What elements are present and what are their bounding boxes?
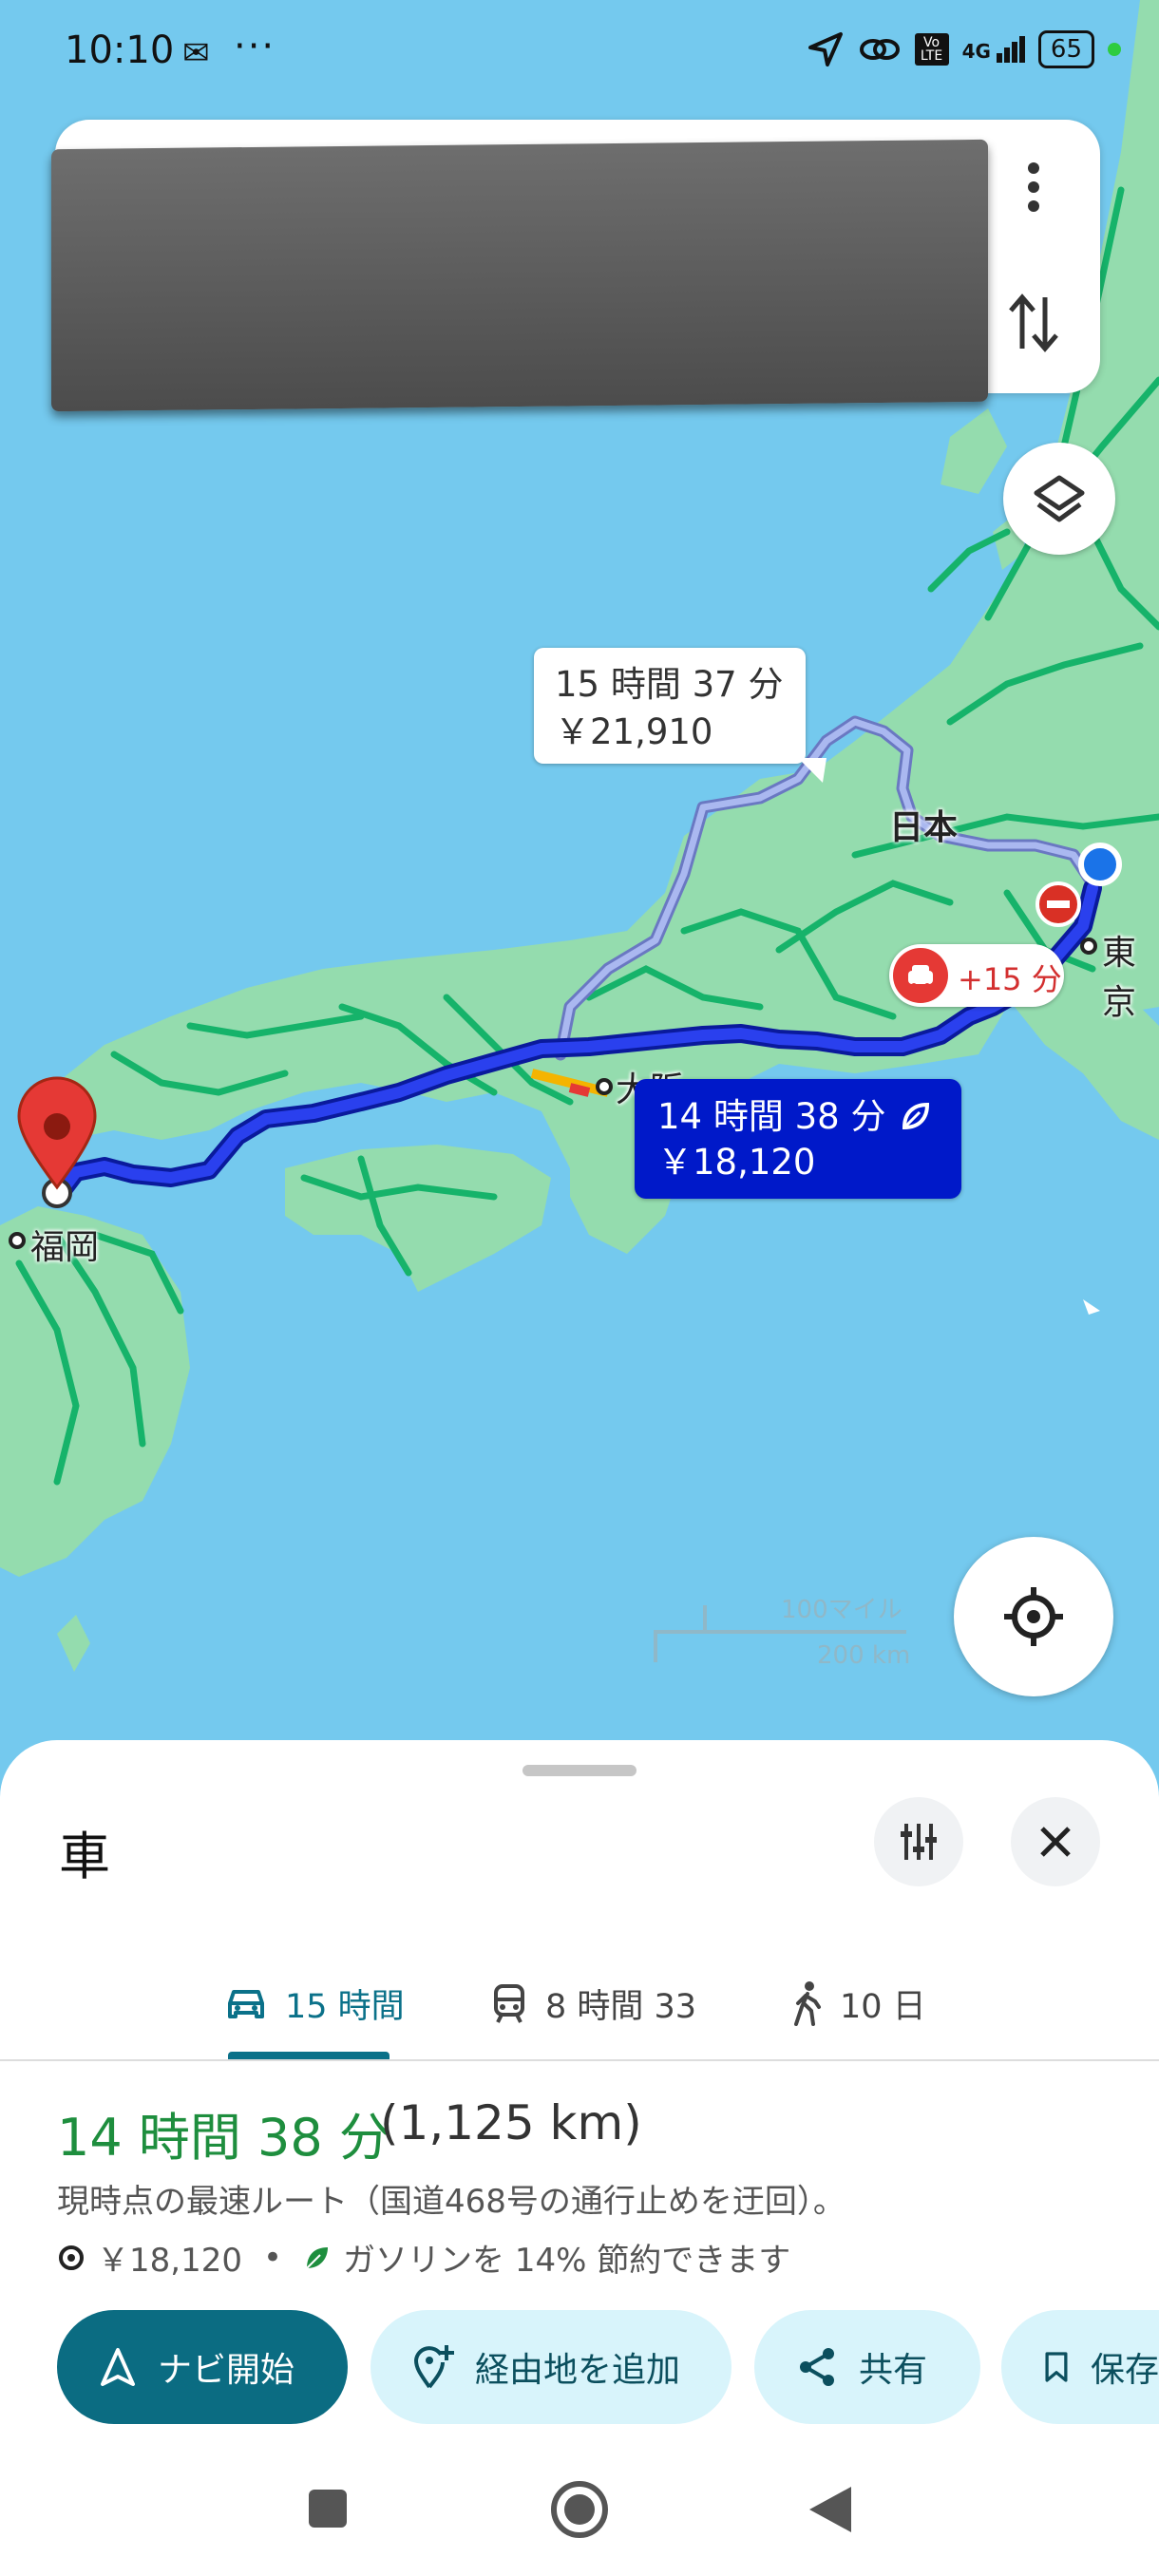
privacy-indicator-dot bbox=[1108, 43, 1121, 56]
crosshair-icon bbox=[1004, 1587, 1063, 1646]
map-label-tokyo: 東京 bbox=[1102, 934, 1137, 1022]
traffic-car-icon bbox=[893, 948, 948, 1003]
travel-mode-tabs: 15 時間 8 時間 33 10 日 bbox=[0, 1947, 1159, 2059]
map-label-japan: 日本 bbox=[889, 808, 959, 847]
travel-mode-title: 車 bbox=[59, 1827, 110, 1886]
add-stop-label: 経由地を追加 bbox=[475, 2351, 681, 2390]
start-navigation-label: ナビ開始 bbox=[158, 2351, 295, 2390]
toll-icon bbox=[59, 2245, 84, 2270]
redacted-addresses bbox=[51, 139, 988, 412]
main-route-time: 14 時間 38 分 bbox=[657, 1096, 886, 1137]
active-tab-indicator bbox=[228, 2052, 390, 2059]
tune-icon bbox=[901, 1824, 937, 1860]
network-type: 4G bbox=[961, 40, 991, 63]
location-arrow-icon bbox=[808, 32, 843, 66]
traffic-delay-text: +15 分 bbox=[958, 961, 1062, 997]
route-description: 現時点の最速ルート（国道468号の通行止めを迂回）。 bbox=[57, 2183, 846, 2221]
share-button[interactable]: 共有 bbox=[754, 2310, 980, 2424]
tab-walk-label: 10 日 bbox=[840, 1987, 926, 2026]
recents-button[interactable] bbox=[304, 2485, 352, 2532]
navigation-arrow-icon bbox=[101, 2348, 135, 2386]
tab-transit-label: 8 時間 33 bbox=[545, 1987, 697, 2026]
traffic-delay-chip[interactable]: +15 分 bbox=[889, 944, 1064, 1007]
alt-callout-tail bbox=[798, 758, 826, 783]
origin-marker bbox=[1078, 843, 1122, 886]
home-button[interactable] bbox=[549, 2479, 610, 2540]
tab-transit[interactable]: 8 時間 33 bbox=[490, 1947, 696, 2059]
status-bar: 10:10 ✉ ··· Vo LTE 4G 65 bbox=[0, 0, 1159, 112]
close-button[interactable] bbox=[1011, 1797, 1100, 1886]
bookmark-icon bbox=[1045, 2352, 1068, 2382]
action-buttons: ナビ開始 経由地を追加 共有 保存 bbox=[57, 2310, 1159, 2424]
my-location-button[interactable] bbox=[954, 1537, 1113, 1696]
swap-directions-button[interactable] bbox=[1005, 285, 1062, 361]
meta-separator: • bbox=[262, 2238, 283, 2277]
route-distance: (1,125 km) bbox=[380, 2095, 642, 2150]
main-route-toll: ￥18,120 bbox=[657, 1142, 816, 1183]
back-button[interactable] bbox=[804, 2483, 855, 2536]
add-location-icon bbox=[413, 2345, 454, 2389]
alt-route-toll: ￥21,910 bbox=[555, 711, 713, 752]
swap-vert-icon bbox=[1009, 294, 1058, 352]
save-label: 保存 bbox=[1090, 2351, 1159, 2390]
map-label-fukuoka: 福岡 bbox=[30, 1228, 100, 1267]
start-navigation-button[interactable]: ナビ開始 bbox=[57, 2310, 348, 2424]
fuel-saving-text: ガソリンを 14% 節約できます bbox=[343, 2242, 791, 2280]
status-time: 10:10 bbox=[65, 28, 175, 72]
alt-route-callout[interactable]: 15 時間 37 分 ￥21,910 bbox=[534, 648, 806, 764]
walk-icon bbox=[794, 1981, 821, 2026]
route-meta: ￥18,120 • ガソリンを 14% 節約できます bbox=[57, 2234, 790, 2281]
share-icon bbox=[800, 2348, 834, 2386]
more-notifications-icon: ··· bbox=[234, 25, 276, 68]
train-icon bbox=[494, 1984, 524, 2023]
more-vert-icon bbox=[1028, 162, 1039, 212]
volte-icon: Vo LTE bbox=[914, 33, 949, 66]
battery-icon: 65 bbox=[1037, 30, 1094, 68]
main-route-callout[interactable]: 14 時間 38 分 ￥18,120 bbox=[635, 1079, 961, 1199]
more-options-button[interactable] bbox=[1005, 152, 1062, 222]
link-icon bbox=[859, 39, 900, 60]
system-navigation-bar bbox=[0, 2451, 1159, 2576]
signal-icon: 4G bbox=[962, 36, 1025, 63]
scale-miles: 100マイル bbox=[781, 1596, 902, 1624]
tab-walk[interactable]: 10 日 bbox=[790, 1947, 926, 2059]
add-stop-button[interactable]: 経由地を追加 bbox=[370, 2310, 732, 2424]
scale-km: 200 km bbox=[817, 1641, 911, 1670]
route-options-button[interactable] bbox=[874, 1797, 963, 1886]
eco-leaf-icon bbox=[902, 1102, 930, 1130]
save-button[interactable]: 保存 bbox=[1001, 2310, 1159, 2424]
alt-route-time: 15 時間 37 分 bbox=[555, 664, 784, 705]
tab-car-label: 15 時間 bbox=[285, 1987, 405, 2026]
tab-car[interactable]: 15 時間 bbox=[224, 1947, 405, 2059]
share-label: 共有 bbox=[859, 2351, 928, 2390]
layers-button[interactable] bbox=[1003, 443, 1115, 555]
layers-icon bbox=[1034, 475, 1085, 522]
close-icon bbox=[1040, 1827, 1071, 1857]
mail-icon: ✉ bbox=[182, 34, 210, 72]
route-duration: 14 時間 38 分 bbox=[57, 2108, 390, 2168]
eco-leaf-icon bbox=[306, 2246, 329, 2269]
sheet-drag-handle[interactable] bbox=[522, 1765, 636, 1776]
tabs-divider bbox=[0, 2059, 1159, 2061]
route-toll: ￥18,120 bbox=[97, 2242, 242, 2280]
car-icon bbox=[228, 1990, 264, 2018]
